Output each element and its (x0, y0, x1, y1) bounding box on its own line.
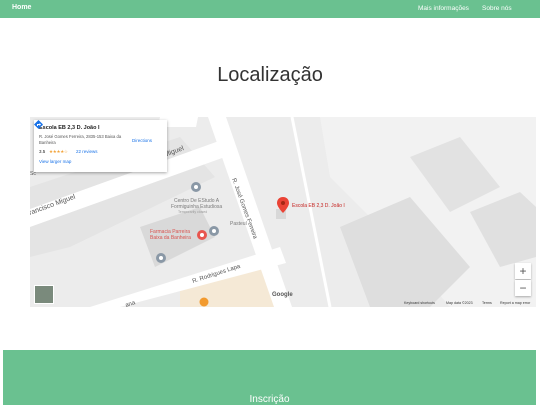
embedded-map[interactable]: cisco Miguel rancisco Miguel R. José Gom… (30, 117, 536, 307)
place-rating: 3.5 (39, 149, 46, 154)
zoom-in-button[interactable]: + (515, 263, 531, 279)
poi-centro-estudo[interactable] (191, 182, 201, 192)
reviews-link[interactable]: 22 reviews (76, 149, 98, 154)
view-larger-map-link[interactable]: View larger map (39, 159, 71, 164)
rating-stars-icon: ★★★★☆ (49, 149, 68, 154)
report-error-link[interactable]: Report a map error (500, 301, 530, 305)
poi-lower[interactable] (156, 253, 166, 263)
zoom-out-button[interactable]: − (515, 280, 531, 296)
poi-pin-dot (159, 256, 163, 260)
poi-food[interactable] (199, 297, 209, 307)
directions-icon[interactable] (34, 120, 43, 129)
signup-title: Inscrição (249, 394, 290, 405)
terms-link[interactable]: Terms (482, 301, 492, 305)
poi-pharmacy-line2: Baixa da Banheira (150, 235, 191, 241)
school-map-label: Escola EB 2,3 D. João I (292, 203, 345, 209)
poi-pin-dot (194, 185, 198, 189)
poi-pastelaria[interactable] (209, 226, 219, 236)
google-logo: Google (272, 292, 293, 298)
place-info-card: Escola EB 2,3 D. João I R. José Gomes Fe… (34, 120, 167, 172)
pharmacy-pin-dot (200, 233, 204, 237)
street-view-thumbnail[interactable] (34, 285, 54, 304)
keyboard-shortcuts-link[interactable]: Keyboard shortcuts (404, 301, 435, 305)
place-address: R. José Gomes Ferreira, 2835-153 Baixa d… (39, 134, 122, 145)
signup-section: Inscrição (3, 350, 536, 405)
poi-pin-dot (212, 229, 216, 233)
poi-pastelaria-label: Pasteul (230, 221, 247, 227)
nav-more-info-link[interactable]: Mais informações (418, 5, 469, 12)
page-title: Localização (217, 64, 323, 86)
nav-about-link[interactable]: Sobre nós (482, 5, 512, 12)
location-pin-dot (281, 201, 285, 205)
map-data-label: Map data ©2023 (446, 301, 473, 305)
poi-centro-note: Temporarily closed (178, 210, 207, 214)
nav-home-link[interactable]: Home (12, 4, 31, 11)
directions-link[interactable]: Directions (132, 138, 152, 143)
place-title: Escola EB 2,3 D. João I (39, 125, 100, 131)
top-navbar: Home Mais informações Sobre nós (0, 0, 540, 18)
food-pin-icon (199, 297, 209, 307)
poi-pharmacy[interactable] (197, 230, 207, 240)
